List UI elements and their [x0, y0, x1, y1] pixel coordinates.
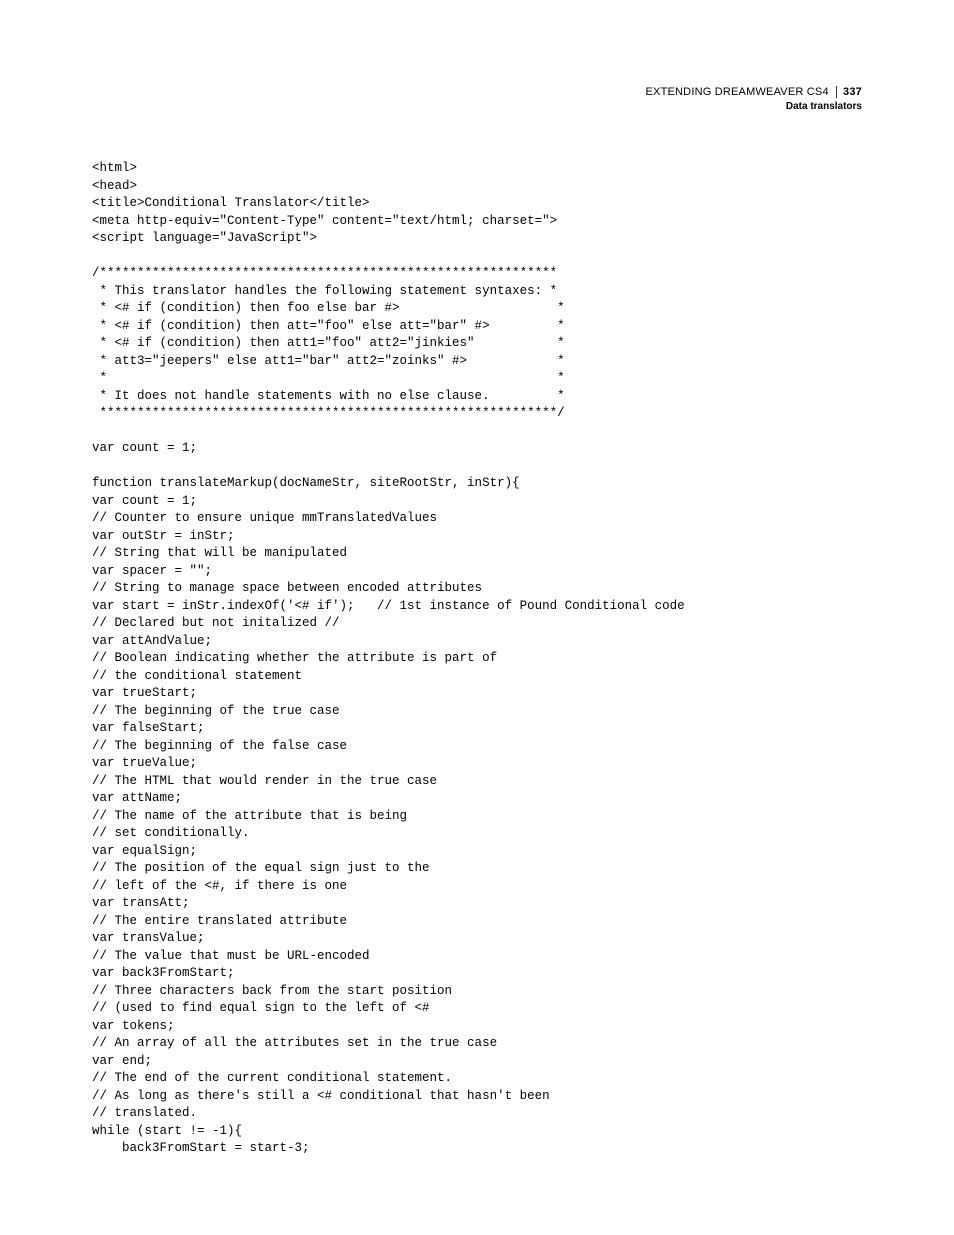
book-title: EXTENDING DREAMWEAVER CS4 [646, 86, 829, 98]
page-number: 337 [836, 86, 862, 98]
section-title: Data translators [646, 101, 863, 114]
running-header: EXTENDING DREAMWEAVER CS4 337 Data trans… [646, 86, 863, 113]
document-page: EXTENDING DREAMWEAVER CS4 337 Data trans… [0, 0, 954, 1235]
header-line-1: EXTENDING DREAMWEAVER CS4 337 [646, 86, 863, 100]
code-listing: <html> <head> <title>Conditional Transla… [92, 160, 862, 1158]
